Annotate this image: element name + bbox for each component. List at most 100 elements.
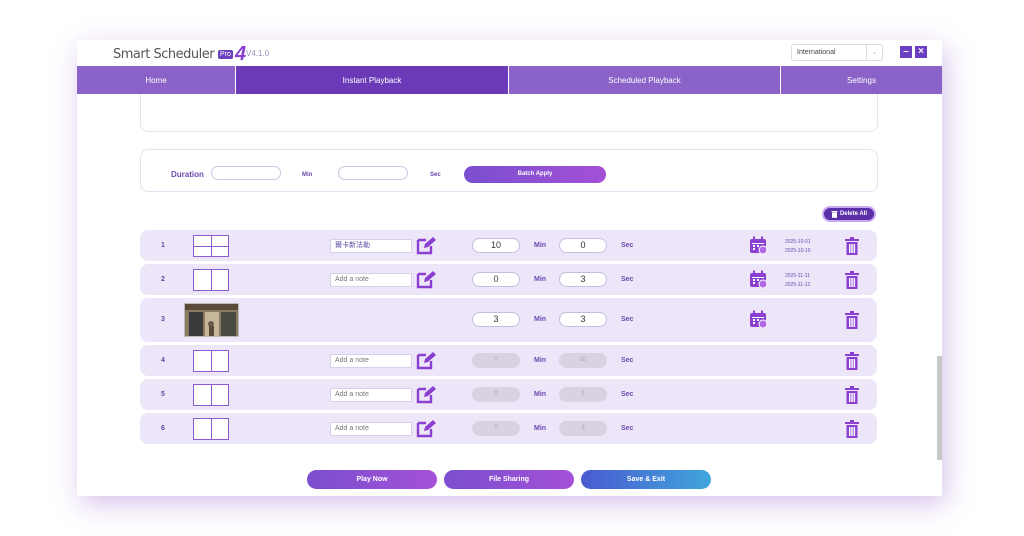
- minutes-unit: Min: [534, 316, 547, 323]
- tab-instant-playback[interactable]: Instant Playback: [236, 66, 509, 104]
- minutes-unit: Min: [534, 356, 547, 364]
- seconds-input[interactable]: 0: [559, 237, 607, 253]
- row-number: 1: [161, 241, 165, 249]
- batch-apply-button[interactable]: Batch Apply: [464, 166, 606, 183]
- row-number: 6: [161, 424, 165, 432]
- batch-sec-unit: Sec: [430, 172, 441, 178]
- minutes-unit: Min: [534, 241, 547, 249]
- edit-icon[interactable]: [416, 385, 436, 409]
- trash-icon[interactable]: [845, 385, 859, 409]
- trash-icon[interactable]: [845, 236, 859, 260]
- logo-number: 4: [234, 43, 247, 65]
- note-input[interactable]: Add a note: [330, 387, 412, 402]
- trash-icon[interactable]: [845, 311, 859, 334]
- minutes-input[interactable]: 0: [472, 352, 520, 368]
- seconds-input[interactable]: 3: [559, 386, 607, 402]
- start-date: 2025-10-01: [785, 238, 811, 245]
- tab-settings[interactable]: Settings: [781, 66, 942, 94]
- playlist-row[interactable]: 2 Add a note 0 Min 3 Sec 2025-11-11 2025-11-12: [140, 264, 877, 295]
- minutes-input[interactable]: 10: [472, 237, 520, 253]
- close-button[interactable]: ×: [915, 46, 927, 58]
- playlist-row[interactable]: 5 Add a note 0 Min 3 Sec: [140, 379, 877, 410]
- title-bar: Smart Scheduler Pro 4 V4.1.0 Internation…: [77, 40, 942, 66]
- layout-split-icon[interactable]: [193, 268, 229, 291]
- play-now-button[interactable]: Play Now: [307, 470, 437, 489]
- main-nav: Home Instant Playback Scheduled Playback…: [77, 66, 942, 104]
- tab-home[interactable]: Home: [77, 66, 236, 94]
- row-number: 3: [161, 316, 165, 323]
- layout-split-icon[interactable]: [193, 383, 229, 406]
- seconds-unit: Sec: [621, 275, 634, 283]
- layout-quad-icon[interactable]: [193, 234, 229, 257]
- seconds-input[interactable]: 3: [559, 271, 607, 287]
- schedule-dates: 2025-10-01 2025-10-10: [785, 238, 811, 256]
- logo-text: Smart Scheduler: [113, 46, 215, 62]
- batch-duration-panel: Duration Min Sec Batch Apply: [140, 149, 878, 192]
- calendar-icon[interactable]: [749, 310, 768, 334]
- row-number: 4: [161, 356, 165, 364]
- seconds-unit: Sec: [621, 356, 634, 364]
- layout-split-icon[interactable]: [193, 349, 229, 372]
- note-input[interactable]: Add a note: [330, 353, 412, 368]
- minimize-button[interactable]: –: [900, 46, 912, 58]
- seconds-input[interactable]: 3: [559, 312, 607, 327]
- app-window: Smart Scheduler Pro 4 V4.1.0 Internation…: [77, 40, 942, 496]
- tab-scheduled-playback[interactable]: Scheduled Playback: [509, 66, 781, 94]
- logo-badge: Pro: [218, 49, 233, 59]
- minutes-input[interactable]: 0: [472, 420, 520, 436]
- file-sharing-button[interactable]: File Sharing: [444, 470, 574, 489]
- footer-bar: Play Now File Sharing Save & Exit: [77, 460, 942, 496]
- note-input[interactable]: 爾卡新法勒: [330, 238, 412, 253]
- trash-icon[interactable]: [845, 419, 859, 443]
- preview-panel: [140, 94, 878, 132]
- row-number: 5: [161, 390, 165, 398]
- playlist-row[interactable]: 3 3 Min 3 Sec: [140, 298, 877, 342]
- playlist-row[interactable]: 6 Add a note 0 Min 3 Sec: [140, 413, 877, 444]
- calendar-icon[interactable]: [749, 236, 768, 260]
- minutes-unit: Min: [534, 424, 547, 432]
- app-logo: Smart Scheduler Pro 4: [113, 44, 246, 64]
- trash-icon[interactable]: [845, 351, 859, 375]
- edit-icon[interactable]: [416, 419, 436, 443]
- minutes-input[interactable]: 3: [472, 312, 520, 327]
- delete-all-label: Delete All: [839, 211, 868, 217]
- playlist-row[interactable]: 1 爾卡新法勒 10 Min 0 Sec 2025-10-01 2025-10-10: [140, 230, 877, 261]
- seconds-unit: Sec: [621, 424, 634, 432]
- batch-min-input[interactable]: [211, 166, 281, 180]
- schedule-dates: 2025-11-11 2025-11-12: [785, 272, 810, 290]
- language-select[interactable]: International ⌄: [791, 44, 883, 61]
- chevron-down-icon: ⌄: [866, 45, 882, 60]
- note-input[interactable]: Add a note: [330, 272, 412, 287]
- end-date: 2025-11-12: [785, 281, 811, 288]
- calendar-icon[interactable]: [749, 270, 768, 294]
- minutes-input[interactable]: 0: [472, 271, 520, 287]
- minutes-unit: Min: [534, 390, 547, 398]
- batch-sec-input[interactable]: [338, 166, 408, 180]
- save-exit-button[interactable]: Save & Exit: [581, 470, 711, 489]
- edit-icon[interactable]: [416, 270, 436, 294]
- trash-icon: [831, 211, 838, 218]
- seconds-input[interactable]: 3: [559, 420, 607, 436]
- end-date: 2025-10-10: [785, 247, 811, 254]
- minutes-input[interactable]: 0: [472, 386, 520, 402]
- version-label: V4.1.0: [246, 49, 270, 58]
- seconds-unit: Sec: [621, 390, 634, 398]
- start-date: 2025-11-11: [785, 272, 810, 279]
- seconds-unit: Sec: [621, 241, 634, 249]
- seconds-unit: Sec: [621, 316, 634, 323]
- layout-split-icon[interactable]: [193, 417, 229, 440]
- minutes-unit: Min: [534, 275, 547, 283]
- duration-label: Duration: [171, 170, 204, 179]
- batch-min-unit: Min: [302, 172, 313, 178]
- edit-icon[interactable]: [416, 351, 436, 375]
- content-area: Duration Min Sec Batch Apply Delete All …: [77, 94, 942, 496]
- language-selected-value: International: [797, 49, 836, 56]
- media-thumbnail[interactable]: [184, 303, 239, 337]
- note-input[interactable]: Add a note: [330, 421, 412, 436]
- trash-icon[interactable]: [845, 270, 859, 294]
- delete-all-button[interactable]: Delete All: [822, 206, 876, 222]
- edit-icon[interactable]: [416, 236, 436, 260]
- playlist-row[interactable]: 4 Add a note 0 Min 10 Sec: [140, 345, 877, 376]
- seconds-input[interactable]: 10: [559, 352, 607, 368]
- row-number: 2: [161, 275, 165, 283]
